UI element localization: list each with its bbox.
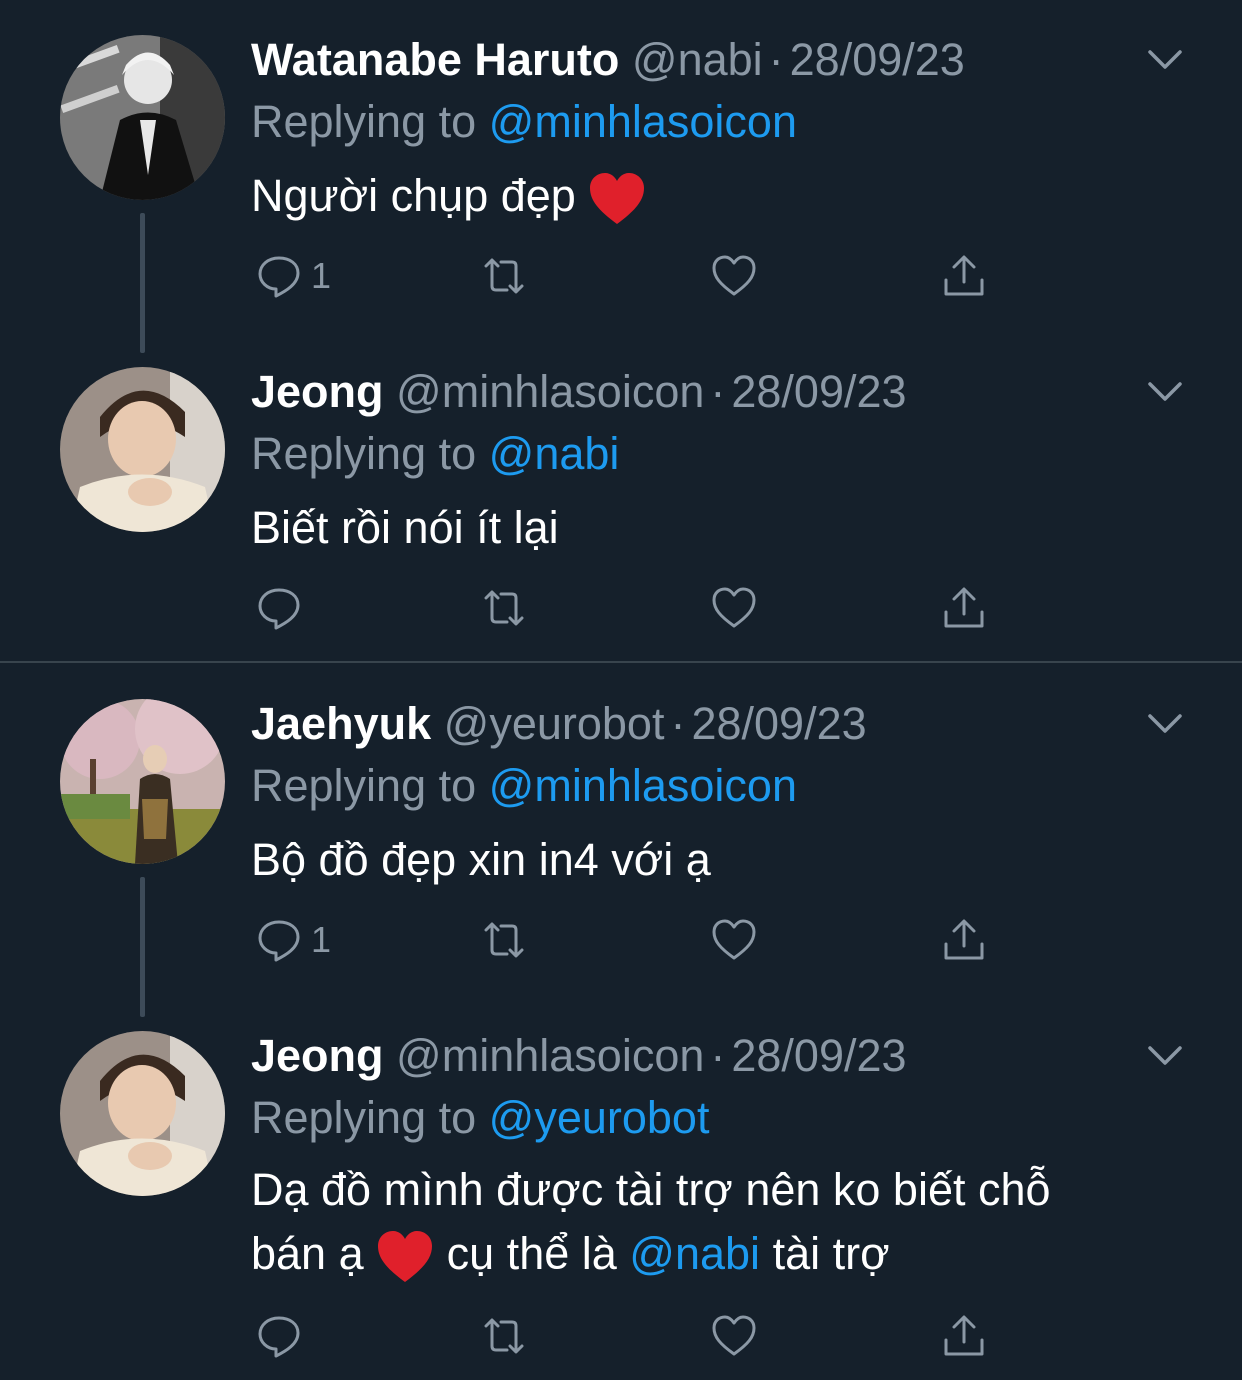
chevron-down-icon[interactable] — [1146, 704, 1184, 742]
share-icon — [944, 919, 984, 960]
separator-dot: · — [768, 34, 784, 85]
tweet-date[interactable]: 28/09/23 — [790, 34, 965, 85]
avatar[interactable] — [60, 367, 225, 532]
share-button[interactable] — [940, 582, 988, 634]
retweet-button[interactable] — [480, 582, 528, 634]
reply-button[interactable]: 1 — [255, 914, 331, 966]
retweet-icon — [484, 590, 524, 626]
reply-count: 1 — [311, 255, 332, 296]
tweet-text: Dạ đồ mình được tài trợ nên ko biết chỗ … — [251, 1158, 1191, 1286]
tweet-date[interactable]: 28/09/23 — [691, 698, 866, 749]
tweet-text: Biết rồi nói ít lại — [251, 502, 559, 553]
tweet-actions — [255, 1310, 1015, 1362]
retweet-button[interactable] — [480, 250, 528, 302]
like-button[interactable] — [710, 250, 758, 302]
heart-icon — [712, 587, 756, 628]
user-handle[interactable]: @minhlasoicon — [396, 1030, 704, 1081]
heart-emoji — [378, 1231, 433, 1283]
replying-to: Replying to @nabi — [251, 428, 620, 479]
separator-dot: · — [710, 1030, 726, 1081]
display-name[interactable]: Jeong — [251, 1030, 384, 1081]
mention-link[interactable]: @nabi — [489, 428, 620, 479]
reply-icon — [258, 1316, 300, 1358]
tweet-actions — [255, 582, 1015, 634]
separator-dot: · — [710, 366, 726, 417]
share-icon — [944, 1315, 984, 1356]
share-button[interactable] — [940, 914, 988, 966]
tweet-header: Jeong @minhlasoicon · 28/09/23 — [251, 1026, 907, 1086]
display-name[interactable]: Watanabe Haruto — [251, 34, 619, 85]
share-icon — [944, 255, 984, 296]
reply-icon — [258, 588, 300, 630]
retweet-icon — [484, 258, 524, 294]
thread-line — [140, 213, 145, 353]
reply-button[interactable] — [255, 1310, 311, 1362]
reply-count: 1 — [311, 919, 332, 960]
avatar[interactable] — [60, 699, 225, 864]
mention-link[interactable]: @nabi — [629, 1228, 760, 1279]
reply-button[interactable]: 1 — [255, 250, 331, 302]
display-name[interactable]: Jaehyuk — [251, 698, 431, 749]
tweet-actions: 1 — [255, 914, 1015, 966]
user-handle[interactable]: @yeurobot — [444, 698, 665, 749]
tweet-header: Jeong @minhlasoicon · 28/09/23 — [251, 362, 907, 422]
replying-to: Replying to @minhlasoicon — [251, 760, 797, 811]
user-handle[interactable]: @nabi — [632, 34, 763, 85]
retweet-icon — [484, 1318, 524, 1354]
mention-link[interactable]: @minhlasoicon — [489, 96, 797, 147]
chevron-down-icon[interactable] — [1146, 1036, 1184, 1074]
share-button[interactable] — [940, 1310, 988, 1362]
display-name[interactable]: Jeong — [251, 366, 384, 417]
like-button[interactable] — [710, 582, 758, 634]
replying-to: Replying to @minhlasoicon — [251, 96, 797, 147]
tweet-header: Watanabe Haruto @nabi · 28/09/23 — [251, 30, 965, 90]
tweet-date[interactable]: 28/09/23 — [731, 1030, 906, 1081]
thread-line — [140, 877, 145, 1017]
reply-button[interactable] — [255, 582, 311, 634]
heart-icon — [712, 255, 756, 296]
mention-link[interactable]: @minhlasoicon — [489, 760, 797, 811]
retweet-button[interactable] — [480, 1310, 528, 1362]
tweet-actions: 1 — [255, 250, 1015, 302]
heart-icon — [712, 1315, 756, 1356]
chevron-down-icon[interactable] — [1146, 40, 1184, 78]
tweet-text: Người chụp đẹp — [251, 164, 1151, 228]
heart-icon — [712, 919, 756, 960]
thread-divider — [0, 661, 1242, 663]
tweet-text: Bộ đồ đẹp xin in4 với ạ — [251, 834, 711, 885]
mention-link[interactable]: @yeurobot — [489, 1092, 710, 1143]
avatar[interactable] — [60, 1031, 225, 1196]
tweet-text-line: bán ạ cụ thể là @nabi tài trợ — [251, 1222, 1191, 1286]
like-button[interactable] — [710, 914, 758, 966]
share-button[interactable] — [940, 250, 988, 302]
user-handle[interactable]: @minhlasoicon — [396, 366, 704, 417]
tweet-header: Jaehyuk @yeurobot · 28/09/23 — [251, 694, 867, 754]
heart-emoji — [590, 173, 645, 225]
avatar[interactable] — [60, 35, 225, 200]
replying-to: Replying to @yeurobot — [251, 1092, 710, 1143]
tweet-date[interactable]: 28/09/23 — [731, 366, 906, 417]
tweet-text-line: Dạ đồ mình được tài trợ nên ko biết chỗ — [251, 1164, 1051, 1215]
chevron-down-icon[interactable] — [1146, 372, 1184, 410]
like-button[interactable] — [710, 1310, 758, 1362]
reply-icon — [258, 256, 300, 298]
separator-dot: · — [670, 698, 686, 749]
reply-icon — [258, 920, 300, 962]
retweet-button[interactable] — [480, 914, 528, 966]
retweet-icon — [484, 922, 524, 958]
share-icon — [944, 587, 984, 628]
